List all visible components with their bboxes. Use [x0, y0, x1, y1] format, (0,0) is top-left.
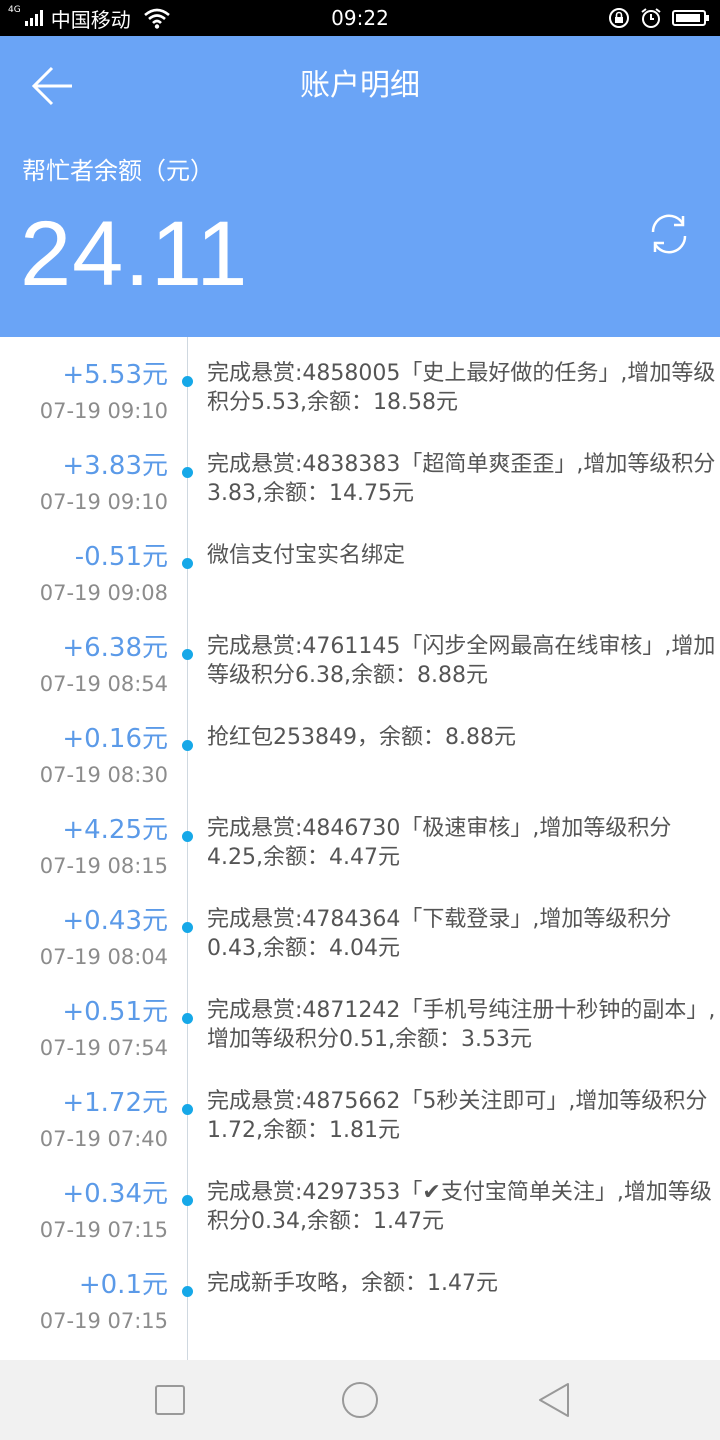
timestamp: 07-19 09:08 — [39, 581, 168, 605]
list-item: +1.72元 07-19 07:40 完成悬赏:4875662「5秒关注即可」,… — [0, 1065, 720, 1156]
account-header: 账户明细 帮忙者余额（元） 24.11 — [0, 36, 720, 337]
description: 完成悬赏:4784364「下载登录」,增加等级积分0.43,余额：4.04元 — [207, 907, 672, 961]
amount: +0.34元 — [62, 1179, 168, 1209]
list-item: +5.53元 07-19 09:10 完成悬赏:4858005「史上最好做的任务… — [0, 337, 720, 428]
list-item: +0.51元 07-19 07:54 完成悬赏:4871242「手机号纯注册十秒… — [0, 974, 720, 1065]
amount: +0.16元 — [62, 724, 168, 754]
timestamp: 07-19 07:15 — [39, 1218, 168, 1242]
timestamp: 07-19 08:15 — [39, 854, 168, 878]
timeline-dot — [182, 831, 193, 842]
list-item: -0.51元 07-19 09:08 微信支付宝实名绑定 — [0, 519, 720, 610]
amount: +4.25元 — [62, 815, 168, 845]
amount: +5.53元 — [62, 360, 168, 390]
description: 完成悬赏:4846730「极速审核」,增加等级积分4.25,余额：4.47元 — [207, 816, 672, 870]
timeline-dot — [182, 467, 193, 478]
list-item: +0.34元 07-19 07:15 完成悬赏:4297353「✔支付宝简单关注… — [0, 1156, 720, 1247]
list-item: +3.83元 07-19 09:10 完成悬赏:4838383「超简单爽歪歪」,… — [0, 428, 720, 519]
timestamp: 07-19 07:54 — [39, 1036, 168, 1060]
amount: +3.83元 — [62, 451, 168, 481]
amount: +0.1元 — [78, 1270, 168, 1300]
amount: +6.38元 — [62, 633, 168, 663]
timestamp: 07-19 07:15 — [39, 1309, 168, 1333]
battery-icon — [672, 10, 709, 26]
list-item: +4.25元 07-19 08:15 完成悬赏:4846730「极速审核」,增加… — [0, 792, 720, 883]
description: 完成悬赏:4838383「超简单爽歪歪」,增加等级积分3.83,余额：14.75… — [207, 452, 716, 506]
description: 完成悬赏:4871242「手机号纯注册十秒钟的副本」,增加等级积分0.51,余额… — [207, 998, 716, 1052]
timeline-dot — [182, 1104, 193, 1115]
timestamp: 07-19 08:54 — [39, 672, 168, 696]
description: 微信支付宝实名绑定 — [207, 543, 406, 568]
description: 完成新手攻略，余额：1.47元 — [207, 1271, 498, 1296]
amount: +1.72元 — [62, 1088, 168, 1118]
list-item: +0.43元 07-19 08:04 完成悬赏:4784364「下载登录」,增加… — [0, 883, 720, 974]
rotation-lock-icon — [609, 8, 629, 28]
home-circle-icon[interactable] — [340, 1380, 380, 1420]
page-title: 账户明细 — [300, 68, 420, 103]
description: 完成悬赏:4297353「✔支付宝简单关注」,增加等级积分0.34,余额：1.4… — [207, 1180, 712, 1234]
timeline-dot — [182, 1195, 193, 1206]
balance-value: 24.11 — [20, 203, 249, 305]
timestamp: 07-19 07:40 — [39, 1127, 168, 1151]
description: 完成悬赏:4875662「5秒关注即可」,增加等级积分1.72,余额：1.81元 — [207, 1089, 708, 1143]
list-item: +0.16元 07-19 08:30 抢红包253849，余额：8.88元 — [0, 701, 720, 792]
list-item: +0.1元 07-19 07:15 完成新手攻略，余额：1.47元 — [0, 1247, 720, 1338]
amount: -0.51元 — [74, 542, 168, 572]
status-right — [608, 0, 709, 36]
description: 完成悬赏:4858005「史上最好做的任务」,增加等级积分5.53,余额：18.… — [207, 361, 716, 415]
description: 抢红包253849，余额：8.88元 — [207, 725, 516, 750]
timeline-dot — [182, 649, 193, 660]
list-item: +6.38元 07-19 08:54 完成悬赏:4761145「闪步全网最高在线… — [0, 610, 720, 701]
balance-label: 帮忙者余额（元） — [22, 157, 214, 185]
description: 完成悬赏:4761145「闪步全网最高在线审核」,增加等级积分6.38,余额：8… — [207, 634, 716, 688]
timeline-dot — [182, 558, 193, 569]
amount: +0.43元 — [62, 906, 168, 936]
alarm-icon — [641, 8, 661, 28]
timeline-dot — [182, 1286, 193, 1297]
timeline-dot — [182, 740, 193, 751]
refresh-icon[interactable] — [645, 210, 693, 258]
timeline-dot — [182, 1013, 193, 1024]
recents-square-icon[interactable] — [150, 1380, 190, 1420]
status-bar: 4G 中国移动 09:22 — [0, 0, 720, 36]
timeline-dot — [182, 922, 193, 933]
timeline-dot — [182, 376, 193, 387]
timestamp: 07-19 09:10 — [39, 399, 168, 423]
system-nav-bar — [0, 1360, 720, 1440]
timestamp: 07-19 08:30 — [39, 763, 168, 787]
timestamp: 07-19 09:10 — [39, 490, 168, 514]
back-triangle-icon[interactable] — [534, 1380, 574, 1420]
transaction-list[interactable]: +5.53元 07-19 09:10 完成悬赏:4858005「史上最好做的任务… — [0, 337, 720, 1360]
amount: +0.51元 — [62, 997, 168, 1027]
timestamp: 07-19 08:04 — [39, 945, 168, 969]
